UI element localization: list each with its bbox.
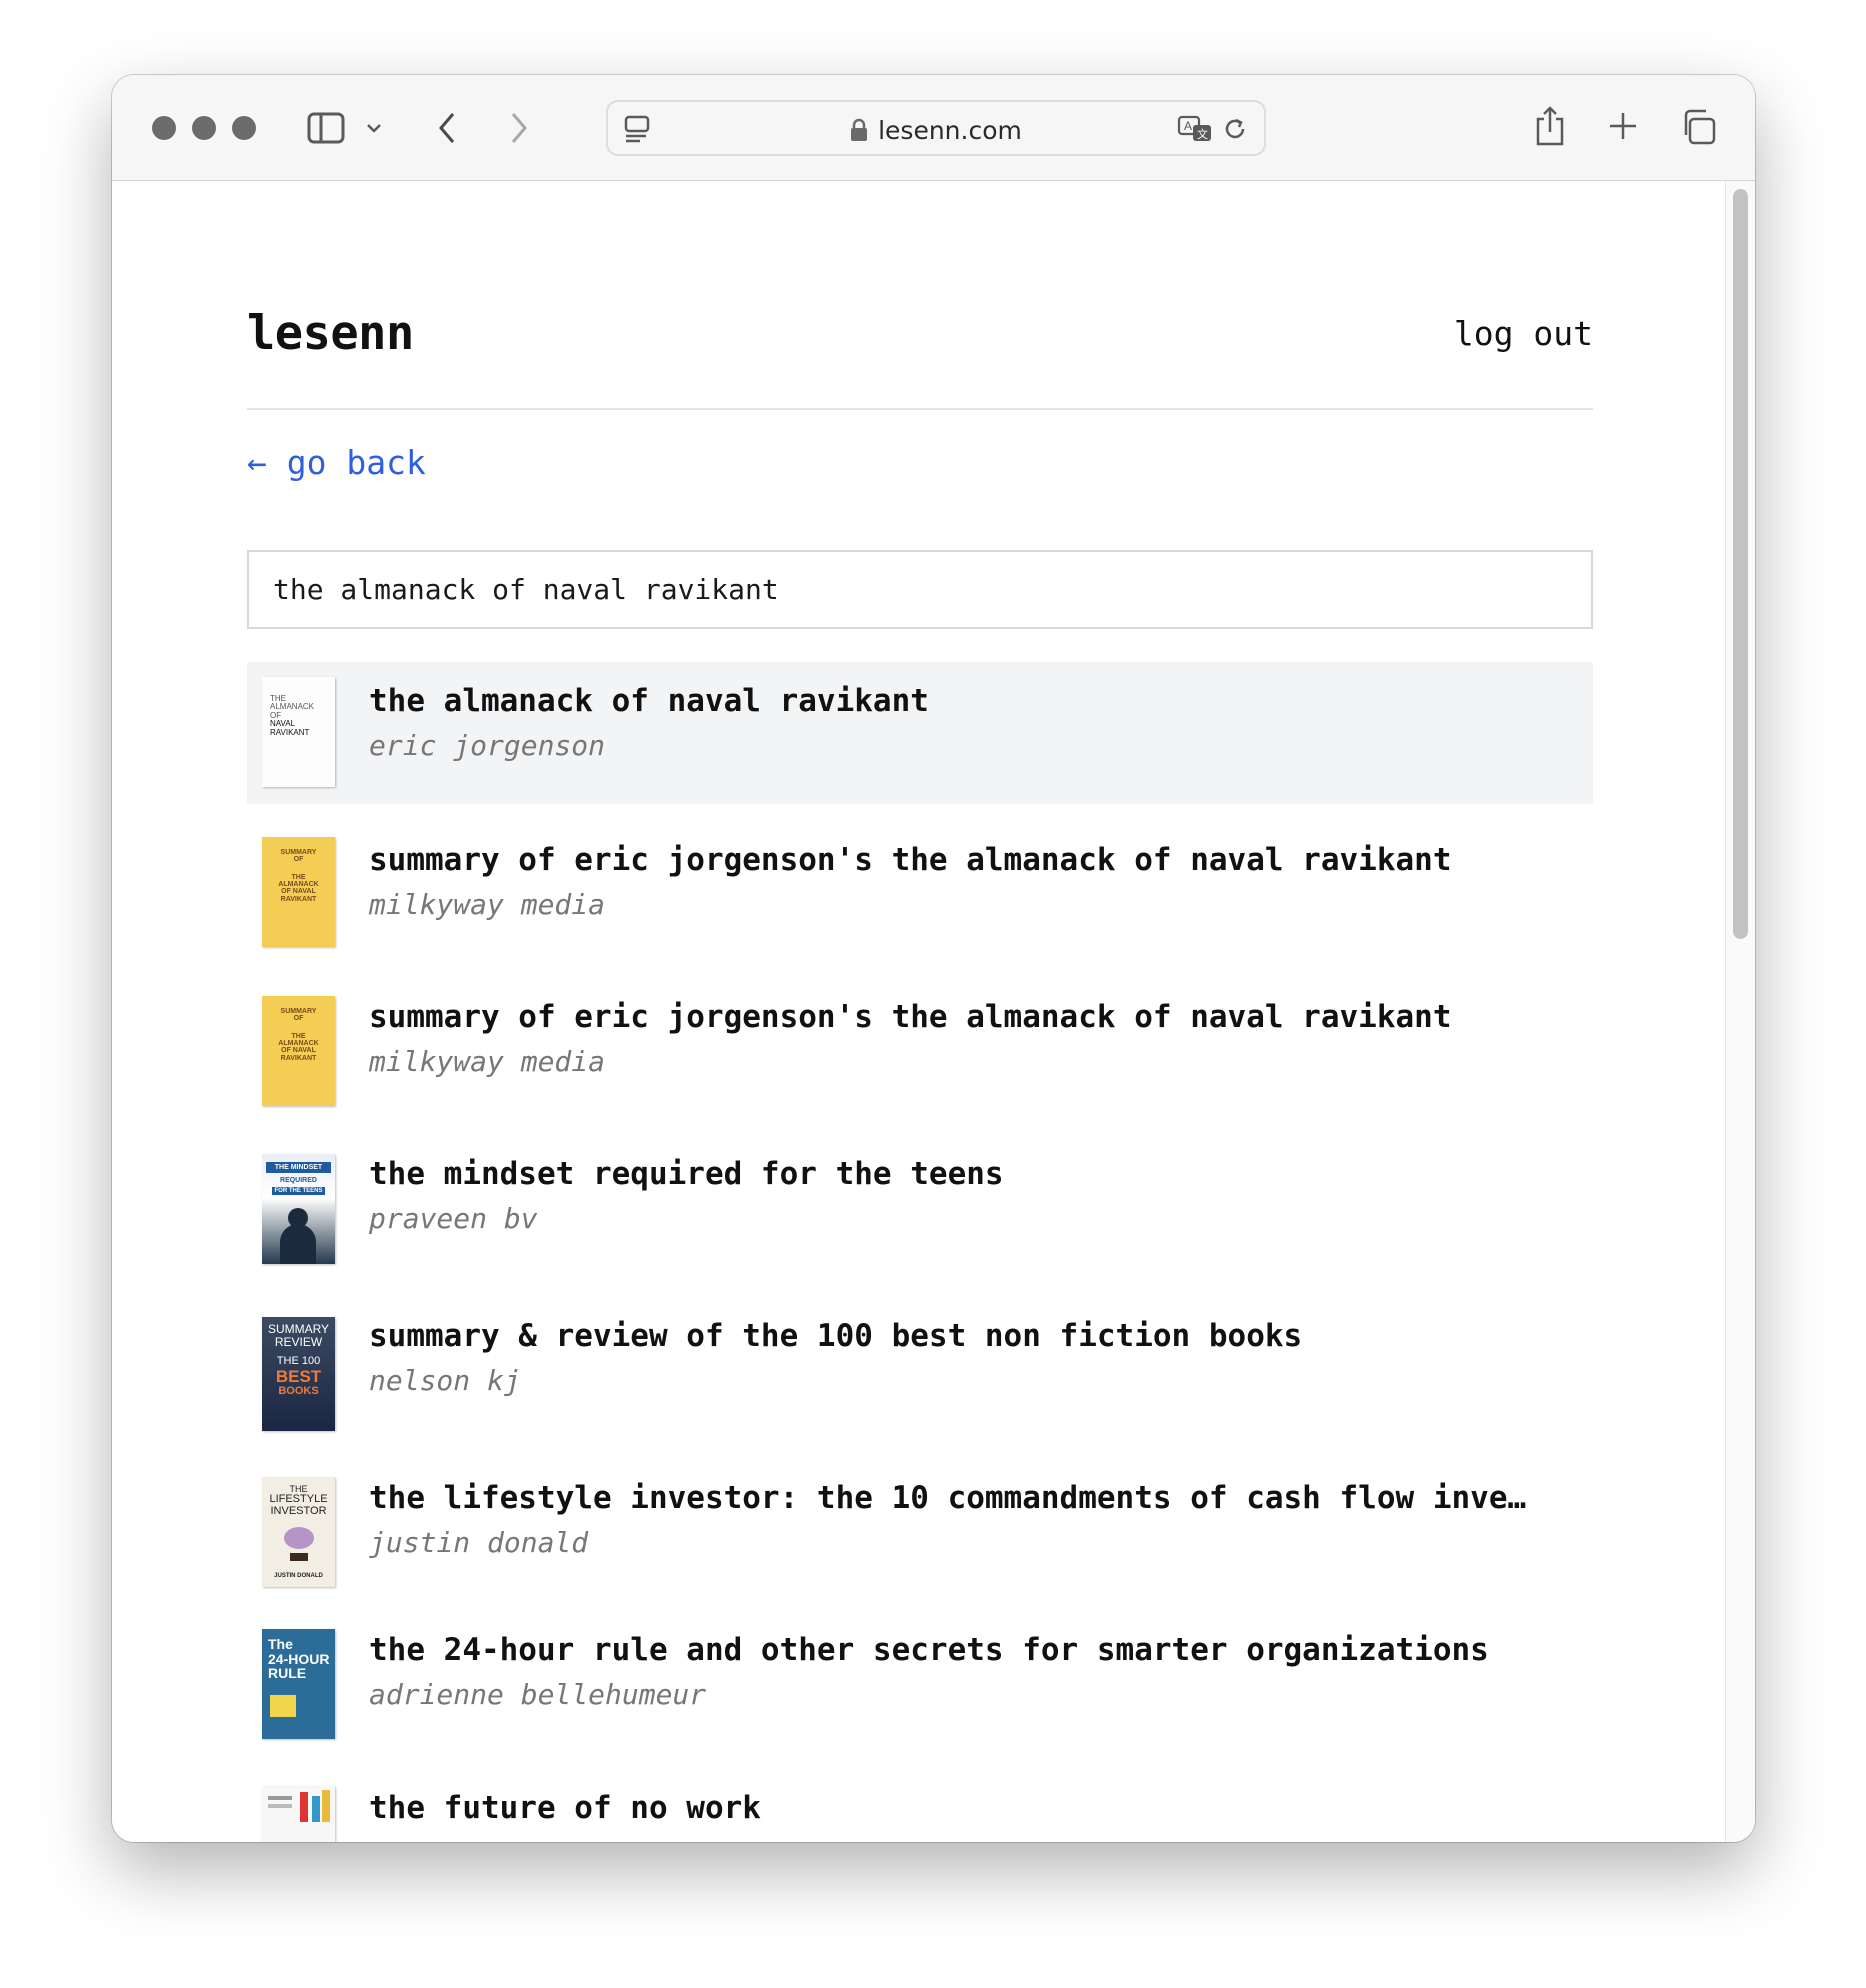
book-title[interactable]: the lifestyle investor: the 10 commandme…: [369, 1480, 1563, 1516]
scrollbar[interactable]: [1725, 181, 1755, 1842]
book-title[interactable]: the future of no work: [369, 1790, 1563, 1826]
reload-icon[interactable]: [1220, 114, 1250, 144]
new-tab-icon[interactable]: [1606, 109, 1640, 143]
logout-link[interactable]: log out: [1454, 314, 1593, 353]
book-author: milkyway media: [369, 888, 606, 921]
search-input[interactable]: the almanack of naval ravikant: [247, 550, 1593, 629]
url-display: lesenn.com: [608, 116, 1264, 148]
scrollbar-thumb[interactable]: [1733, 189, 1748, 939]
forward-arrow-icon[interactable]: [504, 109, 534, 147]
book-cover: THE ALMANACK OF NAVAL RAVIKANT: [262, 677, 335, 787]
book-title[interactable]: the almanack of naval ravikant: [369, 683, 1563, 719]
result-row[interactable]: SUMMARY OF THE ALMANACK OF NAVAL RAVIKANT sum…: [247, 962, 1593, 1120]
header-divider: [247, 408, 1593, 410]
share-icon[interactable]: [1532, 103, 1568, 149]
book-author: nelson kj: [369, 1364, 521, 1397]
result-row[interactable]: the future of no work: [247, 1758, 1593, 1842]
book-author: justin donald: [369, 1526, 589, 1559]
translate-icon[interactable]: A文: [1176, 114, 1214, 144]
browser-toolbar: lesenn.com A文: [112, 75, 1755, 181]
book-author: milkyway media: [369, 1045, 606, 1078]
site-header: lesenn log out ← go back: [247, 181, 1593, 482]
book-cover: SUMMARY OF THE ALMANACK OF NAVAL RAVIKANT: [262, 996, 335, 1106]
tabs-overview-icon[interactable]: [1678, 107, 1718, 147]
book-author: praveen bv: [369, 1202, 538, 1235]
sidebar-icon[interactable]: [306, 109, 346, 147]
result-row[interactable]: THE LIFESTYLE INVESTOR JUSTIN DONALD the l…: [247, 1444, 1593, 1601]
search-query-text: the almanack of naval ravikant: [273, 573, 779, 606]
lock-icon: [850, 118, 868, 148]
chevron-down-icon[interactable]: [362, 115, 386, 141]
close-window-button[interactable]: [152, 116, 176, 140]
book-cover: THE LIFESTYLE INVESTOR JUSTIN DONALD: [262, 1477, 335, 1587]
url-text: lesenn.com: [878, 116, 1022, 145]
minimize-window-button[interactable]: [192, 116, 216, 140]
book-cover: SUMMARY OF THE ALMANACK OF NAVAL RAVIKANT: [262, 837, 335, 947]
page-content: lesenn log out ← go back the almanack of…: [247, 181, 1593, 1842]
book-title[interactable]: the 24-hour rule and other secrets for s…: [369, 1632, 1563, 1668]
book-cover: SUMMARY REVIEW THE 100 BEST BOOKS: [262, 1317, 335, 1431]
book-title[interactable]: summary of eric jorgenson's the almanack…: [369, 999, 1563, 1035]
svg-text:文: 文: [1197, 127, 1208, 141]
book-cover: THE MINDSET REQUIRED FOR THE TEENS: [262, 1154, 335, 1264]
result-row[interactable]: SUMMARY REVIEW THE 100 BEST BOOKS summary…: [247, 1282, 1593, 1444]
page-viewport: lesenn log out ← go back the almanack of…: [112, 181, 1755, 1842]
site-logo[interactable]: lesenn: [247, 306, 414, 361]
book-cover: [262, 1786, 335, 1842]
result-row[interactable]: THE ALMANACK OF NAVAL RAVIKANT the almanack…: [247, 662, 1593, 804]
result-row[interactable]: The 24-HOUR RULE the 24-hour rule and othe…: [247, 1601, 1593, 1758]
book-cover: The 24-HOUR RULE: [262, 1629, 335, 1739]
result-row[interactable]: THE MINDSET REQUIRED FOR THE TEENS the m…: [247, 1120, 1593, 1282]
zoom-window-button[interactable]: [232, 116, 256, 140]
browser-window: lesenn.com A文 lesenn log out ← go back t…: [112, 75, 1755, 1842]
book-author: adrienne bellehumeur: [369, 1678, 707, 1711]
go-back-link[interactable]: ← go back: [247, 443, 426, 482]
book-author: eric jorgenson: [369, 729, 606, 762]
book-title[interactable]: summary & review of the 100 best non fic…: [369, 1318, 1563, 1354]
book-title[interactable]: the mindset required for the teens: [369, 1156, 1563, 1192]
result-row[interactable]: SUMMARY OF THE ALMANACK OF NAVAL RAVIKANT sum…: [247, 804, 1593, 962]
book-title[interactable]: summary of eric jorgenson's the almanack…: [369, 842, 1563, 878]
address-bar[interactable]: lesenn.com A文: [606, 100, 1266, 156]
results-list: THE ALMANACK OF NAVAL RAVIKANT the almanack…: [247, 662, 1593, 1842]
svg-text:A: A: [1184, 119, 1192, 133]
back-arrow-icon[interactable]: [432, 109, 462, 147]
